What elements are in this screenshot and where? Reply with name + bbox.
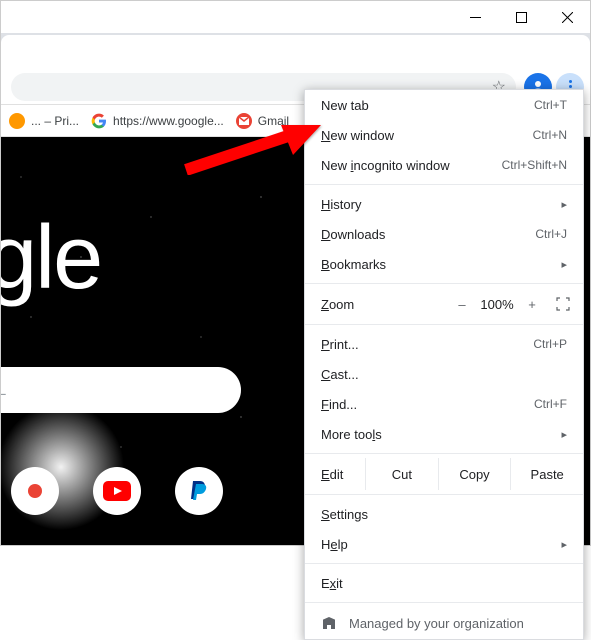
menu-label: Downloads <box>321 227 385 242</box>
menu-label: Settings <box>321 507 368 522</box>
window-titlebar <box>1 1 590 33</box>
chrome-window: ☆ ... – Pri... https://www.google... Gma… <box>0 0 591 546</box>
menu-find[interactable]: Find... Ctrl+F <box>305 389 583 419</box>
bookmark-favicon <box>9 113 25 129</box>
menu-label: New window <box>321 128 394 143</box>
zoom-out-button[interactable]: – <box>449 297 475 312</box>
menu-label: Print... <box>321 337 359 352</box>
menu-separator <box>305 283 583 284</box>
menu-help[interactable]: Help <box>305 529 583 559</box>
maximize-button[interactable] <box>498 1 544 33</box>
building-icon <box>321 615 337 631</box>
menu-label: Find... <box>321 397 357 412</box>
google-favicon <box>91 113 107 129</box>
chrome-menu: New tab Ctrl+T New window Ctrl+N New inc… <box>304 89 584 640</box>
bookmark-label: ... – Pri... <box>31 114 79 128</box>
menu-separator <box>305 453 583 454</box>
menu-bookmarks[interactable]: Bookmarks <box>305 249 583 279</box>
menu-cast[interactable]: Cast... <box>305 359 583 389</box>
menu-label: Exit <box>321 576 343 591</box>
menu-print[interactable]: Print... Ctrl+P <box>305 329 583 359</box>
search-placeholder: RL <box>1 382 6 399</box>
menu-label: Bookmarks <box>321 257 386 272</box>
menu-more-tools[interactable]: More tools <box>305 419 583 449</box>
menu-managed[interactable]: Managed by your organization <box>305 607 583 639</box>
edit-cut-button[interactable]: Cut <box>365 458 438 490</box>
menu-separator <box>305 602 583 603</box>
menu-settings[interactable]: Settings <box>305 499 583 529</box>
menu-shortcut: Ctrl+J <box>535 227 567 241</box>
edit-copy-button[interactable]: Copy <box>438 458 511 490</box>
menu-edit-row: Edit Cut Copy Paste <box>305 458 583 490</box>
menu-label: More tools <box>321 427 382 442</box>
menu-new-incognito[interactable]: New incognito window Ctrl+Shift+N <box>305 150 583 180</box>
close-button[interactable] <box>544 1 590 33</box>
menu-history[interactable]: History <box>305 189 583 219</box>
fullscreen-button[interactable] <box>553 294 573 314</box>
menu-zoom-row: Zoom – 100% + <box>305 288 583 320</box>
menu-new-tab[interactable]: New tab Ctrl+T <box>305 90 583 120</box>
menu-label: New tab <box>321 98 369 113</box>
menu-label: Zoom <box>321 297 354 312</box>
menu-label: History <box>321 197 361 212</box>
menu-separator <box>305 184 583 185</box>
google-logo: oogle <box>1 207 101 310</box>
menu-separator <box>305 494 583 495</box>
menu-label: Edit <box>321 467 365 482</box>
zoom-in-button[interactable]: + <box>519 297 545 312</box>
shortcut-icon[interactable] <box>11 467 59 515</box>
bookmark-item[interactable]: ... – Pri... <box>9 113 79 129</box>
menu-downloads[interactable]: Downloads Ctrl+J <box>305 219 583 249</box>
zoom-value: 100% <box>475 297 519 312</box>
menu-shortcut: Ctrl+T <box>534 98 567 112</box>
shortcut-youtube[interactable] <box>93 467 141 515</box>
minimize-button[interactable] <box>452 1 498 33</box>
menu-shortcut: Ctrl+P <box>533 337 567 351</box>
browser-tab[interactable] <box>1 35 590 69</box>
menu-separator <box>305 324 583 325</box>
shortcut-row <box>1 467 223 515</box>
menu-shortcut: Ctrl+Shift+N <box>502 158 567 172</box>
menu-new-window[interactable]: New window Ctrl+N <box>305 120 583 150</box>
menu-shortcut: Ctrl+N <box>533 128 567 142</box>
search-box[interactable]: RL <box>1 367 241 413</box>
menu-label: Cast... <box>321 367 359 382</box>
menu-exit[interactable]: Exit <box>305 568 583 598</box>
menu-label: Help <box>321 537 348 552</box>
tab-strip <box>1 33 590 69</box>
menu-separator <box>305 563 583 564</box>
menu-label: New incognito window <box>321 158 450 173</box>
menu-shortcut: Ctrl+F <box>534 397 567 411</box>
edit-paste-button[interactable]: Paste <box>510 458 583 490</box>
shortcut-paypal[interactable] <box>175 467 223 515</box>
annotation-arrow <box>181 125 321 180</box>
managed-label: Managed by your organization <box>349 616 524 631</box>
